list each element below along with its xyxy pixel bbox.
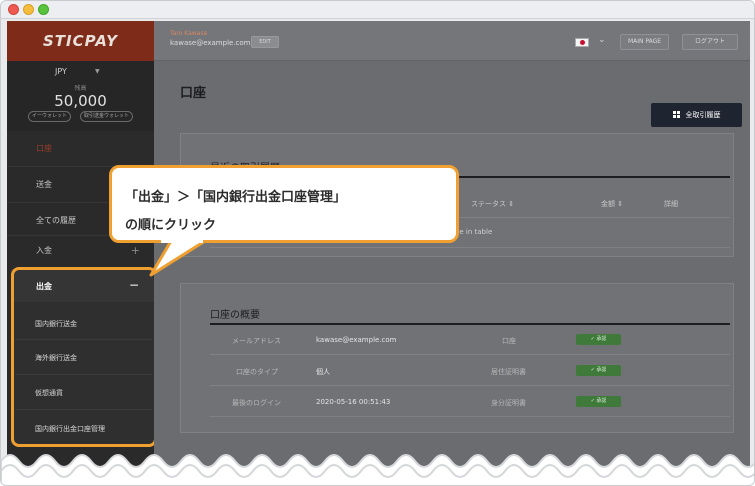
balance-label: 残高 (74, 85, 87, 92)
top-bar: Taro Kawase kawase@example.com EDIT ⌄ MA… (154, 21, 750, 61)
divider (210, 247, 730, 248)
highlight-frame (11, 267, 157, 447)
all-history-button[interactable]: 全取引履歴 (651, 103, 742, 127)
user-email: kawase@example.com (170, 39, 251, 47)
transfer-wallet-button[interactable]: 取引送金ウォレット (80, 111, 134, 122)
row-value: 個人 (316, 368, 330, 376)
torn-edge (1, 454, 754, 485)
app: STICPAY JPY ▼ 残高 50,000 イーウォレット 取引送金ウォレッ… (7, 21, 750, 485)
status-badge: ✓ 承認 (576, 334, 621, 345)
account-summary-card: 口座の概要 メールアドレス kawase@example.com 口座 ✓ 承認… (180, 283, 734, 433)
table-row: メールアドレス kawase@example.com 口座 ✓ 承認 (210, 325, 730, 355)
status-badge: ✓ 承認 (576, 365, 621, 376)
row-value: kawase@example.com (316, 336, 397, 344)
balance-amount: 50,000 (54, 92, 107, 110)
main-page-button[interactable]: MAIN PAGE (620, 34, 669, 50)
table-row: 最後のログイン 2020-05-16 00:51:43 身分証明書 ✓ 承認 (210, 387, 730, 417)
document-label: 身分証明書 (491, 399, 526, 407)
row-label: 最後のログイン (232, 399, 281, 407)
maximize-window-icon[interactable] (38, 4, 49, 15)
edit-button[interactable]: EDIT (251, 36, 279, 48)
chevron-down-icon[interactable]: ⌄ (598, 35, 606, 45)
document-label: 居住証明書 (491, 368, 526, 376)
title-bar (1, 1, 754, 19)
logout-button[interactable]: ログアウト (682, 34, 738, 50)
card-title: 口座の概要 (210, 310, 260, 321)
user-name: Taro Kawase (170, 30, 208, 37)
row-label: メールアドレス (232, 337, 281, 345)
row-value: 2020-05-16 00:51:43 (316, 398, 391, 406)
status-badge: ✓ 承認 (576, 396, 621, 407)
sidebar-item-label: 全ての履歴 (36, 216, 76, 225)
ewallet-button[interactable]: イーウォレット (28, 111, 72, 122)
document-label: 口座 (502, 337, 516, 345)
column-header-details: 詳細 (664, 200, 678, 208)
minimize-window-icon[interactable] (23, 4, 34, 15)
browser-window: STICPAY JPY ▼ 残高 50,000 イーウォレット 取引送金ウォレッ… (0, 0, 755, 486)
page-title: 口座 (180, 86, 207, 101)
table-row: 口座のタイプ 個人 居住証明書 ✓ 承認 (210, 356, 730, 386)
main-content: Taro Kawase kawase@example.com EDIT ⌄ MA… (154, 21, 750, 485)
logo-bar[interactable]: STICPAY (7, 21, 154, 61)
flag-dot (580, 40, 585, 45)
callout-text-line2: の順にクリック (125, 218, 217, 233)
caret-down-icon[interactable]: ▼ (95, 68, 100, 75)
japan-flag-icon[interactable] (575, 38, 589, 47)
sidebar-item-account[interactable]: 口座 (7, 131, 154, 166)
instruction-callout: 「出金」＞「国内銀行出金口座管理」 の順にクリック (109, 165, 459, 243)
row-label: 口座のタイプ (236, 368, 278, 376)
currency-select[interactable]: JPY (55, 67, 67, 76)
column-header-amount[interactable]: 金額 ⇕ (601, 199, 623, 209)
close-window-icon[interactable] (8, 4, 19, 15)
grid-icon (672, 111, 680, 118)
column-header-status[interactable]: ステータス ⇕ (471, 199, 514, 209)
button-label: 全取引履歴 (685, 111, 721, 119)
sidebar-item-label: 送金 (36, 180, 52, 189)
sidebar-item-label: 入金 (36, 246, 52, 255)
sidebar: STICPAY JPY ▼ 残高 50,000 イーウォレット 取引送金ウォレッ… (7, 21, 157, 485)
callout-text-line1: 「出金」＞「国内銀行出金口座管理」 (125, 190, 347, 205)
sidebar-item-label: 口座 (36, 144, 52, 153)
logo: STICPAY (43, 32, 118, 50)
